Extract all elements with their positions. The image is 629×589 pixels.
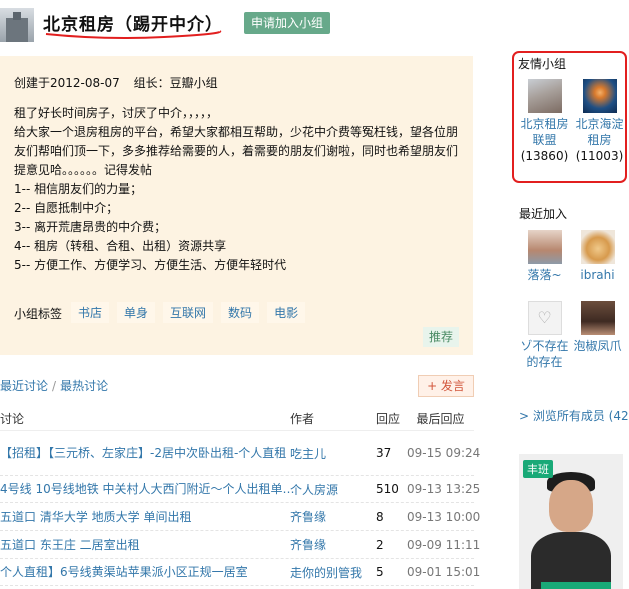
tag-movie[interactable]: 电影	[267, 302, 306, 323]
post-button[interactable]: + 发言	[418, 375, 474, 397]
table-row: 4号线 10号线地铁 中关村人大西门附近～个人出租单… 个人房源 510 09-…	[0, 476, 481, 503]
tag-internet[interactable]: 互联网	[163, 302, 214, 323]
col-author: 作者	[290, 412, 315, 426]
recommend-button[interactable]: 推荐	[423, 327, 459, 347]
tag-list: 书店 单身 互联网 数码 电影	[71, 302, 306, 323]
table-row: 五道口 东王庄 二居室出租 齐鲁缘 2 09-09 11:11	[0, 531, 481, 559]
member-name[interactable]: ゾ不存在	[517, 338, 572, 354]
friend-groups-annotation	[512, 51, 627, 183]
table-header: 讨论 作者 回应 最后回应	[0, 410, 474, 431]
tag-bookstore[interactable]: 书店	[71, 302, 110, 323]
reply-count: 510	[376, 482, 399, 496]
recent-members-title: 最近加入	[519, 207, 568, 221]
ad-banner[interactable]: 丰班	[519, 454, 623, 589]
desc-line: 友们帮咱们顶一下，多多推荐给需要的人，着需要的朋友们谢啦，同时也希望朋友们	[14, 144, 459, 158]
author-link[interactable]: 齐鲁缘	[290, 508, 376, 525]
col-replies: 回应	[376, 412, 401, 426]
ad-strip	[541, 582, 611, 589]
desc-line: 给大家一个退房租房的平台，希望大家都相互帮助，少花中介费等冤枉钱，望各位朋	[14, 125, 459, 139]
last-reply-time: 09-13 10:00	[407, 509, 481, 524]
member-avatar[interactable]	[580, 230, 615, 264]
title-underline-annotation	[45, 30, 222, 39]
discussion-table: 讨论 作者 回应 最后回应 【招租】【三元桥、左家庄】-2居中次卧出租-个人直租…	[0, 410, 481, 586]
topic-link[interactable]: 五道口 东王庄 二居室出租	[0, 535, 290, 555]
group-description: 租了好长时间房子，讨厌了中介，，，，， 给大家一个退房租房的平台，希望大家都相互…	[14, 104, 466, 275]
desc-line: 5-- 方便工作、方便学习、方便生活、方便年轻时代	[14, 258, 287, 272]
tab-separator: /	[52, 379, 57, 393]
member-item[interactable]: 泡椒凤爪	[570, 301, 625, 354]
topic-link[interactable]: 个人直租】6号线黄渠站苹果派小区正规一居室	[0, 562, 290, 582]
member-avatar[interactable]	[527, 230, 562, 264]
table-row: 【招租】【三元桥、左家庄】-2居中次卧出租-个人直租 吃主儿 37 09-15 …	[0, 431, 481, 476]
reply-count: 2	[376, 537, 384, 552]
last-reply-time: 09-13 13:25	[407, 482, 481, 496]
author-link[interactable]: 走你的别管我	[290, 564, 376, 581]
reply-count: 5	[376, 565, 384, 579]
table-row: 五道口 清华大学 地质大学 单间出租 齐鲁缘 8 09-13 10:00	[0, 503, 481, 531]
last-reply-time: 09-01 15:01	[407, 565, 481, 579]
reply-count: 37	[376, 446, 392, 460]
topic-link[interactable]: 4号线 10号线地铁 中关村人大西门附近～个人出租单…	[0, 479, 295, 499]
table-row: 个人直租】6号线黄渠站苹果派小区正规一居室 走你的别管我 5 09-01 15:…	[0, 559, 481, 586]
desc-line: 2-- 自愿抵制中介；	[14, 201, 119, 215]
ad-person-face	[549, 480, 593, 532]
tab-recent-discussion[interactable]: 最近讨论	[0, 379, 48, 393]
discussion-tabs: 最近讨论 / 最热讨论	[0, 377, 108, 394]
member-name[interactable]: ibrahi	[570, 267, 625, 283]
author-link[interactable]: 个人房源	[290, 481, 376, 498]
join-group-button[interactable]: 申请加入小组	[244, 12, 330, 34]
last-reply-time: 09-09 11:11	[407, 537, 481, 552]
ad-person-body	[531, 532, 611, 589]
desc-line: 4-- 租房（转租、合租、出租）资源共享	[14, 239, 227, 253]
member-avatar[interactable]	[527, 301, 562, 335]
created-date: 创建于2012-08-07	[14, 76, 120, 90]
last-reply-time: 09-15 09:24	[407, 446, 481, 460]
desc-line: 1-- 相信朋友们的力量；	[14, 182, 143, 196]
topic-link[interactable]: 五道口 清华大学 地质大学 单间出租	[0, 507, 290, 527]
col-topic: 讨论	[0, 412, 25, 426]
author-link[interactable]: 齐鲁缘	[290, 536, 376, 553]
reply-count: 8	[376, 509, 384, 524]
member-item[interactable]: ゾ不存在 的存在	[517, 301, 572, 370]
tab-hot-discussion[interactable]: 最热讨论	[60, 379, 108, 393]
member-item[interactable]: 落落~	[517, 230, 572, 283]
member-avatar[interactable]	[580, 301, 615, 335]
desc-line: 提意见哈。。。。。。记得发帖	[14, 163, 153, 177]
col-last-reply: 最后回应	[416, 412, 465, 426]
browse-all-members-link[interactable]: > 浏览所有成员 (424	[519, 407, 629, 424]
desc-line: 租了好长时间房子，讨厌了中介，，，，，	[14, 106, 219, 120]
member-name[interactable]: 泡椒凤爪	[570, 338, 625, 354]
member-name[interactable]: 落落~	[517, 267, 572, 283]
member-item[interactable]: ibrahi	[570, 230, 625, 283]
author-link[interactable]: 吃主儿	[290, 445, 376, 462]
group-info-box: 创建于2012-08-07 组长：豆瓣小组 租了好长时间房子，讨厌了中介，，，，…	[0, 56, 473, 355]
tags-label: 小组标签	[14, 307, 63, 321]
member-name-line2[interactable]: 的存在	[517, 354, 572, 370]
ad-brand-logo: 丰班	[523, 460, 553, 478]
tag-digital[interactable]: 数码	[221, 302, 260, 323]
tag-single[interactable]: 单身	[117, 302, 156, 323]
group-avatar	[0, 8, 34, 42]
topic-link[interactable]: 【招租】【三元桥、左家庄】-2居中次卧出租-个人直租	[0, 443, 290, 463]
group-leader: 组长：豆瓣小组	[133, 76, 218, 90]
desc-line: 3-- 离开荒唐昂贵的中介费；	[14, 220, 167, 234]
